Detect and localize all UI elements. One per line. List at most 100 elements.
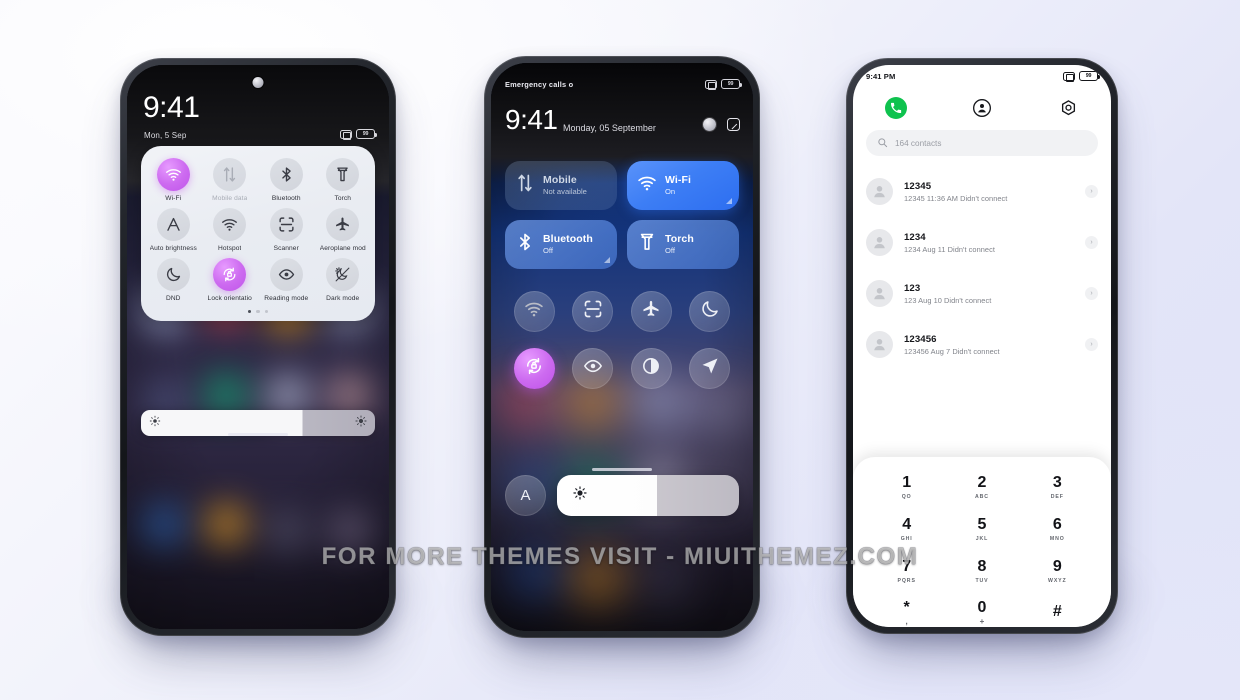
scene: 9:41 Mon, 5 Sep 99 Wi-Fi Mobile data Bluet… [0, 0, 1240, 700]
expand-arrow-icon[interactable] [604, 257, 610, 263]
qs-tile-wi-fi[interactable]: Wi-Fi [145, 158, 202, 206]
big-tile-subtitle: Off [543, 246, 553, 256]
brightness-slider[interactable] [557, 475, 739, 516]
tab-calls[interactable] [853, 97, 939, 119]
round-tile-location[interactable] [689, 348, 731, 389]
qs-tile-scanner[interactable]: Scanner [258, 208, 315, 256]
qs-tile-torch[interactable]: Torch [315, 158, 372, 206]
dialpad-key-6[interactable]: 6 MNO [1020, 512, 1095, 546]
dialpad-digit: 3 [1052, 473, 1062, 491]
round-tile-contrast[interactable] [630, 348, 672, 389]
qs-tile-label: Wi-Fi [165, 195, 182, 202]
eye-icon [583, 356, 603, 381]
dialpad-letters: GHI [900, 535, 913, 542]
qs-tile-hotspot[interactable]: Hotspot [202, 208, 259, 256]
torch-icon [326, 158, 360, 191]
call-contact-name: 12345 [904, 180, 932, 192]
dialpad-digit: * [903, 599, 910, 616]
chevron-right-icon[interactable]: › [1085, 236, 1098, 249]
expand-arrow-icon[interactable] [726, 198, 732, 204]
qs-tile-mobile-data[interactable]: Mobile data [202, 158, 259, 206]
phone2-screen: Emergency calls o 99 9:41 Monday, 05 Sep… [491, 63, 753, 631]
round-tile-hotspot[interactable] [513, 291, 555, 332]
dialpad-digit: 6 [1052, 515, 1062, 533]
phone2-carrier-label: Emergency calls o [505, 80, 574, 89]
dialpad-key-7[interactable]: 7 PQRS [869, 554, 944, 588]
chevron-right-icon[interactable]: › [1085, 185, 1098, 198]
battery-icon: 99 [356, 129, 377, 139]
dialpad-digit: 2 [977, 473, 987, 491]
qs-tile-lock-orientatio[interactable]: Lock orientatio [202, 258, 259, 306]
phone2-header-icons[interactable] [703, 118, 740, 131]
quick-settings-grid: Wi-Fi Mobile data Bluetooth Torch Auto brigh… [145, 158, 371, 306]
qs-tile-reading-mode[interactable]: Reading mode [258, 258, 315, 306]
big-tile-torch[interactable]: Torch Off [627, 220, 739, 269]
mobile-data-icon [515, 173, 535, 198]
dialpad-key-0[interactable]: 0 + [944, 596, 1019, 627]
phone2-brightness-row: A [505, 475, 739, 516]
qs-tile-bluetooth[interactable]: Bluetooth [258, 158, 315, 206]
edit-icon[interactable] [727, 118, 740, 131]
page-dot[interactable] [256, 310, 260, 314]
big-tile-title: Bluetooth [543, 233, 593, 246]
dialpad-digit: # [1052, 602, 1062, 620]
dialpad-key-hash[interactable]: # [1020, 596, 1095, 627]
call-log-row[interactable]: 12345 12345 11:36 AM Didn't connect › [853, 166, 1111, 217]
dialpad-letters: MNO [1049, 535, 1065, 542]
big-tile-mobile[interactable]: Mobile Not available [505, 161, 617, 210]
search-icon [877, 137, 888, 150]
phone-2-control-center: Emergency calls o 99 9:41 Monday, 05 Sep… [484, 56, 760, 638]
auto-brightness-button[interactable]: A [505, 475, 546, 516]
round-tile-moon[interactable] [689, 291, 731, 332]
round-tile-aeroplane[interactable] [630, 291, 672, 332]
tab-settings[interactable] [1025, 99, 1111, 118]
page-dot[interactable] [264, 310, 269, 314]
qs-tile-label: Reading mode [264, 295, 309, 302]
dialpad-digit: 4 [902, 515, 912, 533]
page-dot[interactable] [247, 310, 252, 314]
battery-icon: 99 [1079, 71, 1100, 81]
search-input[interactable]: 164 contacts [866, 130, 1098, 156]
round-tile-eye[interactable] [572, 348, 614, 389]
round-tile-lock-rotation[interactable] [513, 348, 555, 389]
qs-tile-dark-mode[interactable]: Dark mode [315, 258, 372, 306]
dialpad-keys: 1 QO 2 ABC 3 DEF 4 GHI 5 JKL 6 MNO 7 PQRS 8 TUV 9 WXYZ *, 0… [869, 470, 1095, 627]
qs-tile-dnd[interactable]: DND [145, 258, 202, 306]
dialpad-key-3[interactable]: 3 DEF [1020, 470, 1095, 504]
eye-icon [269, 258, 303, 291]
scanner-icon [269, 208, 303, 241]
dialpad-key-star[interactable]: *, [869, 596, 944, 627]
big-tile-title: Wi-Fi [665, 174, 692, 187]
dialpad-key-4[interactable]: 4 GHI [869, 512, 944, 546]
call-log-row[interactable]: 123 123 Aug 10 Didn't connect › [853, 268, 1111, 319]
brightness-icon [355, 414, 367, 432]
avatar [866, 178, 893, 205]
brightness-icon [573, 486, 587, 505]
mobile-data-icon [213, 158, 247, 191]
call-log-list: 12345 12345 11:36 AM Didn't connect › 1234 1… [853, 166, 1111, 370]
chevron-right-icon[interactable]: › [1085, 287, 1098, 300]
call-log-row[interactable]: 1234 1234 Aug 11 Didn't connect › [853, 217, 1111, 268]
qs-tile-label: Aeroplane mod [319, 245, 366, 252]
round-tile-scanner[interactable] [572, 291, 614, 332]
dialpad-key-2[interactable]: 2 ABC [944, 470, 1019, 504]
qs-tile-auto-brightness[interactable]: Auto brightness [145, 208, 202, 256]
quick-settings-page-dots[interactable] [145, 306, 371, 315]
dialpad-letters: , [905, 617, 908, 626]
dialpad-digit: 8 [977, 557, 987, 575]
dialpad-key-5[interactable]: 5 JKL [944, 512, 1019, 546]
gear-icon [1059, 99, 1078, 118]
auto-brightness-icon [156, 208, 190, 241]
dialpad-key-9[interactable]: 9 WXYZ [1020, 554, 1095, 588]
big-tile-wi-fi[interactable]: Wi-Fi On [627, 161, 739, 210]
dialpad-key-1[interactable]: 1 QO [869, 470, 944, 504]
dialpad-key-8[interactable]: 8 TUV [944, 554, 1019, 588]
phone1-clock: 9:41 [143, 91, 200, 124]
big-tile-bluetooth[interactable]: Bluetooth Off [505, 220, 617, 269]
hotspot-icon [524, 299, 544, 324]
chevron-right-icon[interactable]: › [1085, 338, 1098, 351]
qs-tile-aeroplane-mod[interactable]: Aeroplane mod [315, 208, 372, 256]
call-log-row[interactable]: 123456 123456 Aug 7 Didn't connect › [853, 319, 1111, 370]
big-tile-title: Mobile [543, 174, 577, 187]
tab-contacts[interactable] [939, 98, 1025, 118]
